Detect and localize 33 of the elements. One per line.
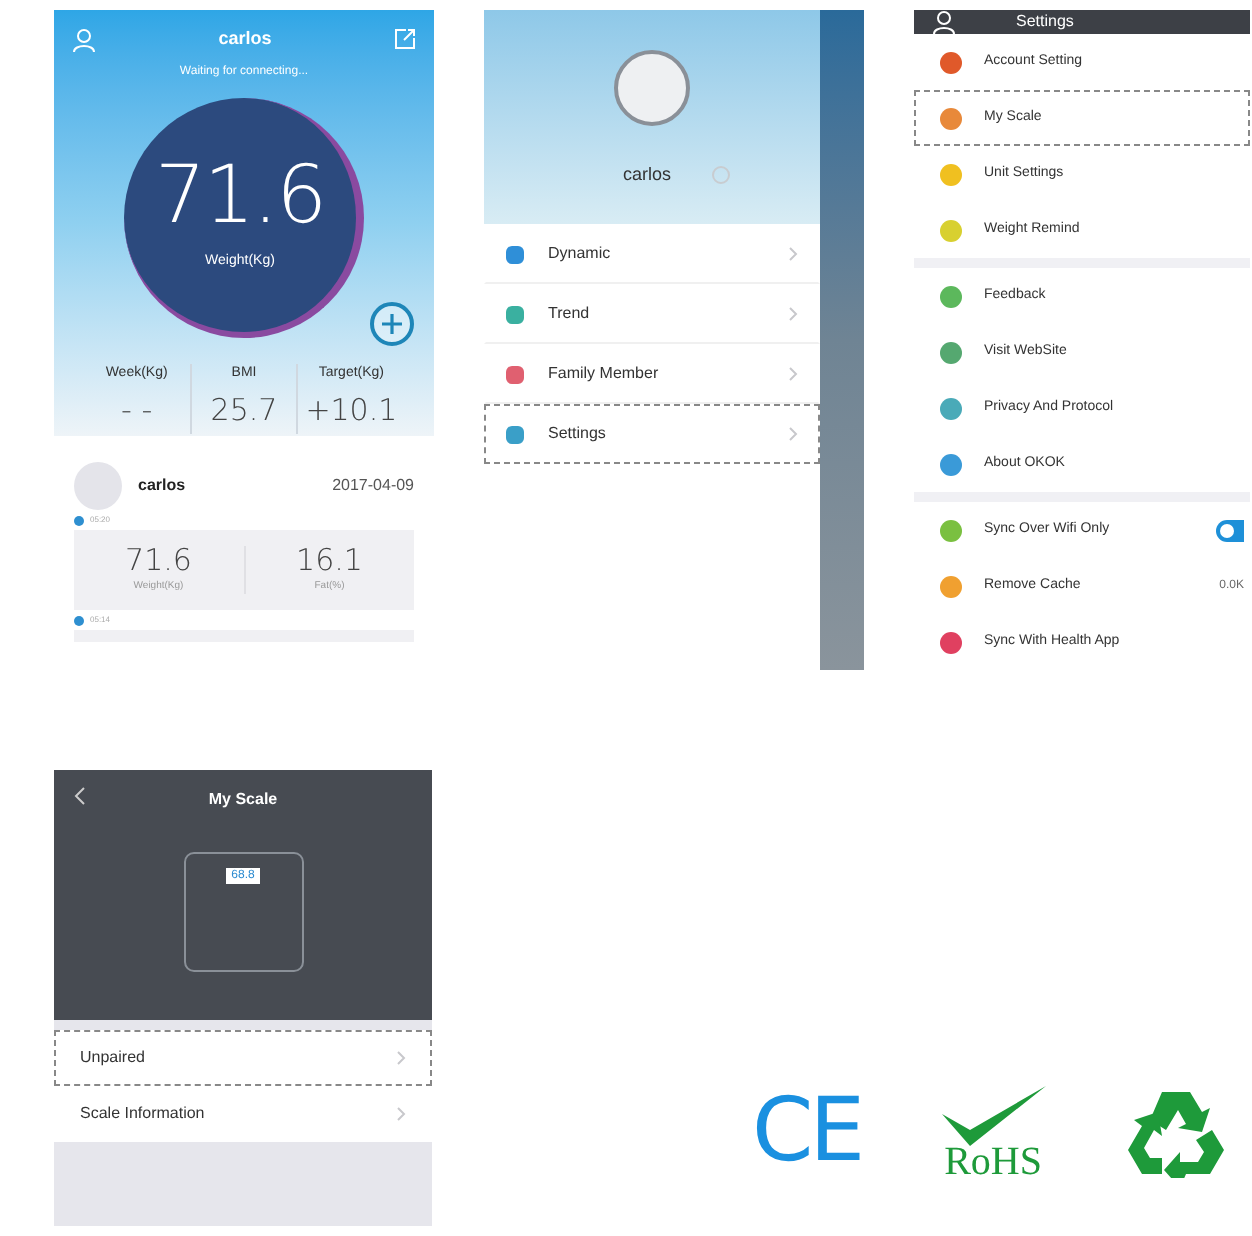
avatar-icon bbox=[74, 462, 122, 510]
chevron-icon bbox=[788, 366, 798, 382]
screen-title: carlos bbox=[218, 26, 272, 52]
plus-icon bbox=[382, 314, 402, 334]
weight-value: 71.6 bbox=[154, 155, 326, 236]
checkmark-icon bbox=[937, 1082, 1050, 1150]
record-date: 2017-04-09 bbox=[332, 474, 414, 498]
user-name: carlos bbox=[138, 474, 186, 498]
chevron-icon bbox=[396, 1106, 406, 1122]
avatar-icon bbox=[614, 50, 690, 126]
screen-title: Settings bbox=[1016, 10, 1074, 34]
screen-title: My Scale bbox=[208, 788, 278, 812]
person-icon bbox=[72, 27, 96, 52]
list-item[interactable]: Scale Information bbox=[54, 1086, 432, 1142]
share-icon bbox=[394, 28, 416, 51]
chevron-icon bbox=[788, 426, 798, 442]
menu-item[interactable]: Settings bbox=[484, 404, 820, 464]
ce-mark: CE bbox=[752, 1088, 862, 1176]
toggle-switch[interactable] bbox=[1216, 519, 1244, 541]
stat-value: 25.7 bbox=[210, 390, 278, 432]
stat-value: - - bbox=[121, 390, 153, 432]
user-name: carlos bbox=[622, 162, 671, 188]
stat-value: +10.1 bbox=[305, 390, 398, 432]
chevron-icon bbox=[788, 306, 798, 322]
record-value: 71.6 bbox=[125, 545, 192, 576]
record-value: 16.1 bbox=[296, 545, 363, 576]
chevron-icon bbox=[788, 246, 798, 262]
rohs-mark: RoHS bbox=[944, 1142, 1042, 1182]
back-icon bbox=[74, 786, 86, 806]
recycle-icon bbox=[1125, 1086, 1226, 1178]
add-button[interactable] bbox=[370, 302, 414, 346]
chevron-icon bbox=[396, 1050, 406, 1066]
list-item[interactable]: Unpaired bbox=[54, 1030, 432, 1086]
